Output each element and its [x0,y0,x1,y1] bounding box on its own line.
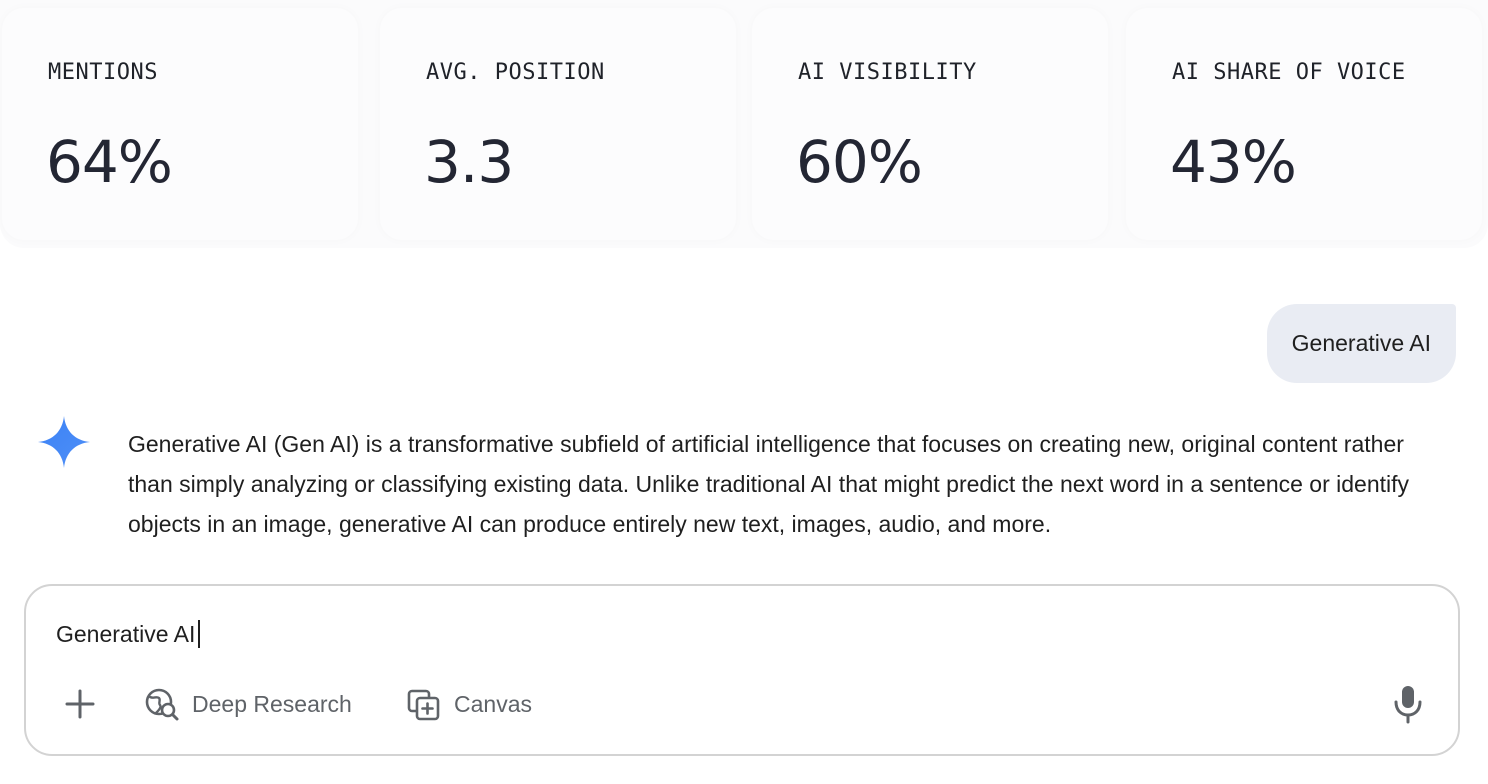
text-caret [198,620,201,648]
microphone-button[interactable] [1392,682,1424,726]
prompt-composer: Generative AI Deep Research Canvas [24,584,1460,756]
metrics-strip: MENTIONS 64% AVG. POSITION 3.3 AI VISIBI… [0,0,1488,248]
prompt-input-text: Generative AI [56,620,196,647]
gemini-sparkle-icon [38,416,90,468]
metric-label: AI SHARE OF VOICE [1172,60,1406,85]
metric-label: MENTIONS [48,60,158,85]
metric-card-avg-position: AVG. POSITION 3.3 [380,8,736,240]
microphone-icon [1394,686,1422,724]
deep-research-button[interactable]: Deep Research [144,682,352,726]
canvas-button[interactable]: Canvas [406,682,532,726]
canvas-add-icon [407,689,440,721]
metric-value: 43% [1170,128,1297,196]
assistant-response: Generative AI (Gen AI) is a transformati… [128,431,1410,537]
metric-value: 64% [46,128,173,196]
prompt-input[interactable]: Generative AI [56,620,201,648]
metric-label: AVG. POSITION [426,60,605,85]
metric-card-ai-visibility: AI VISIBILITY 60% [752,8,1108,240]
plus-icon [65,689,95,719]
globe-search-icon [145,688,179,721]
canvas-label: Canvas [454,690,532,717]
metric-value: 3.3 [424,128,514,196]
metric-label: AI VISIBILITY [798,60,977,85]
add-button[interactable] [64,682,96,726]
metric-value: 60% [796,128,923,196]
metric-card-mentions: MENTIONS 64% [2,8,358,240]
chat-page: MENTIONS 64% AVG. POSITION 3.3 AI VISIBI… [0,0,1488,784]
user-message-bubble: Generative AI [1266,304,1456,383]
deep-research-label: Deep Research [192,690,352,717]
metric-card-ai-share-of-voice: AI SHARE OF VOICE 43% [1126,8,1482,240]
